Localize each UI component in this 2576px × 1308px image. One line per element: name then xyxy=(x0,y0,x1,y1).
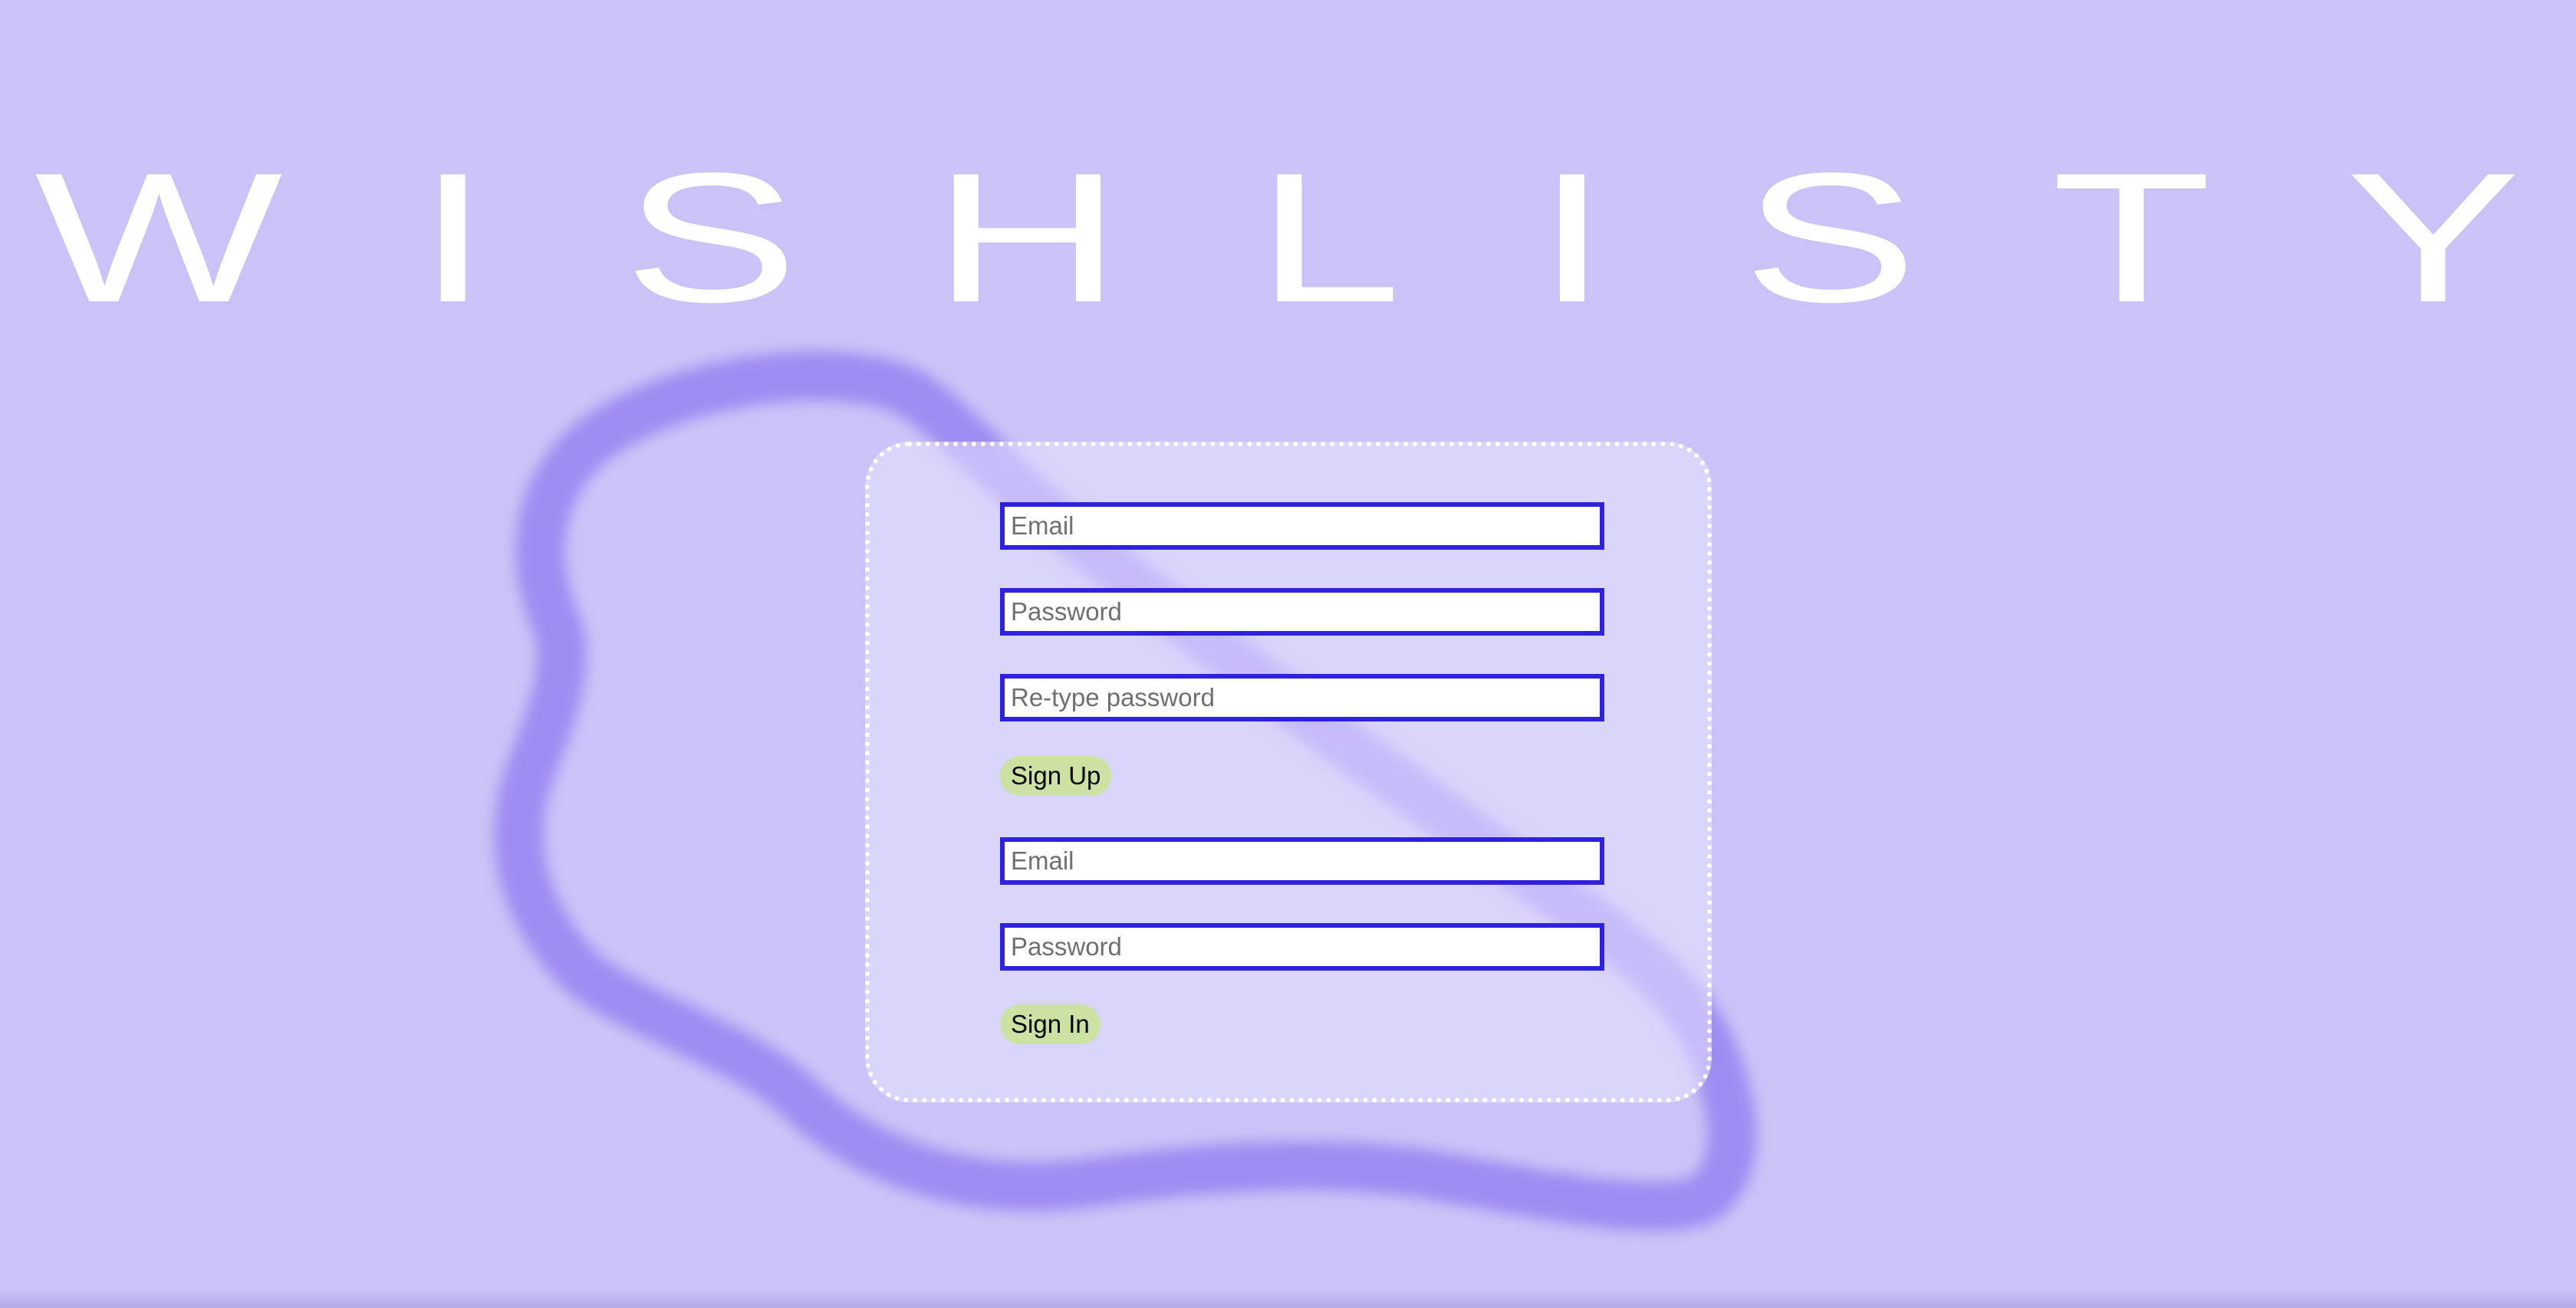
bottom-shadow xyxy=(0,1290,2576,1308)
app-logo: WISHLISTY xyxy=(35,134,2576,341)
auth-card: Sign Up Sign In xyxy=(865,442,1712,1103)
logo-container: WISHLISTY xyxy=(0,146,2576,330)
page: WISHLISTY Sign Up Sign In xyxy=(0,0,2576,1308)
signup-email-input[interactable] xyxy=(1000,502,1604,550)
signin-email-input[interactable] xyxy=(1000,837,1604,885)
signin-password-input[interactable] xyxy=(1000,923,1604,971)
signup-retype-password-input[interactable] xyxy=(1000,674,1604,721)
sign-up-button[interactable]: Sign Up xyxy=(1000,756,1112,796)
sign-in-button[interactable]: Sign In xyxy=(1000,1004,1100,1044)
signup-password-input[interactable] xyxy=(1000,588,1604,636)
